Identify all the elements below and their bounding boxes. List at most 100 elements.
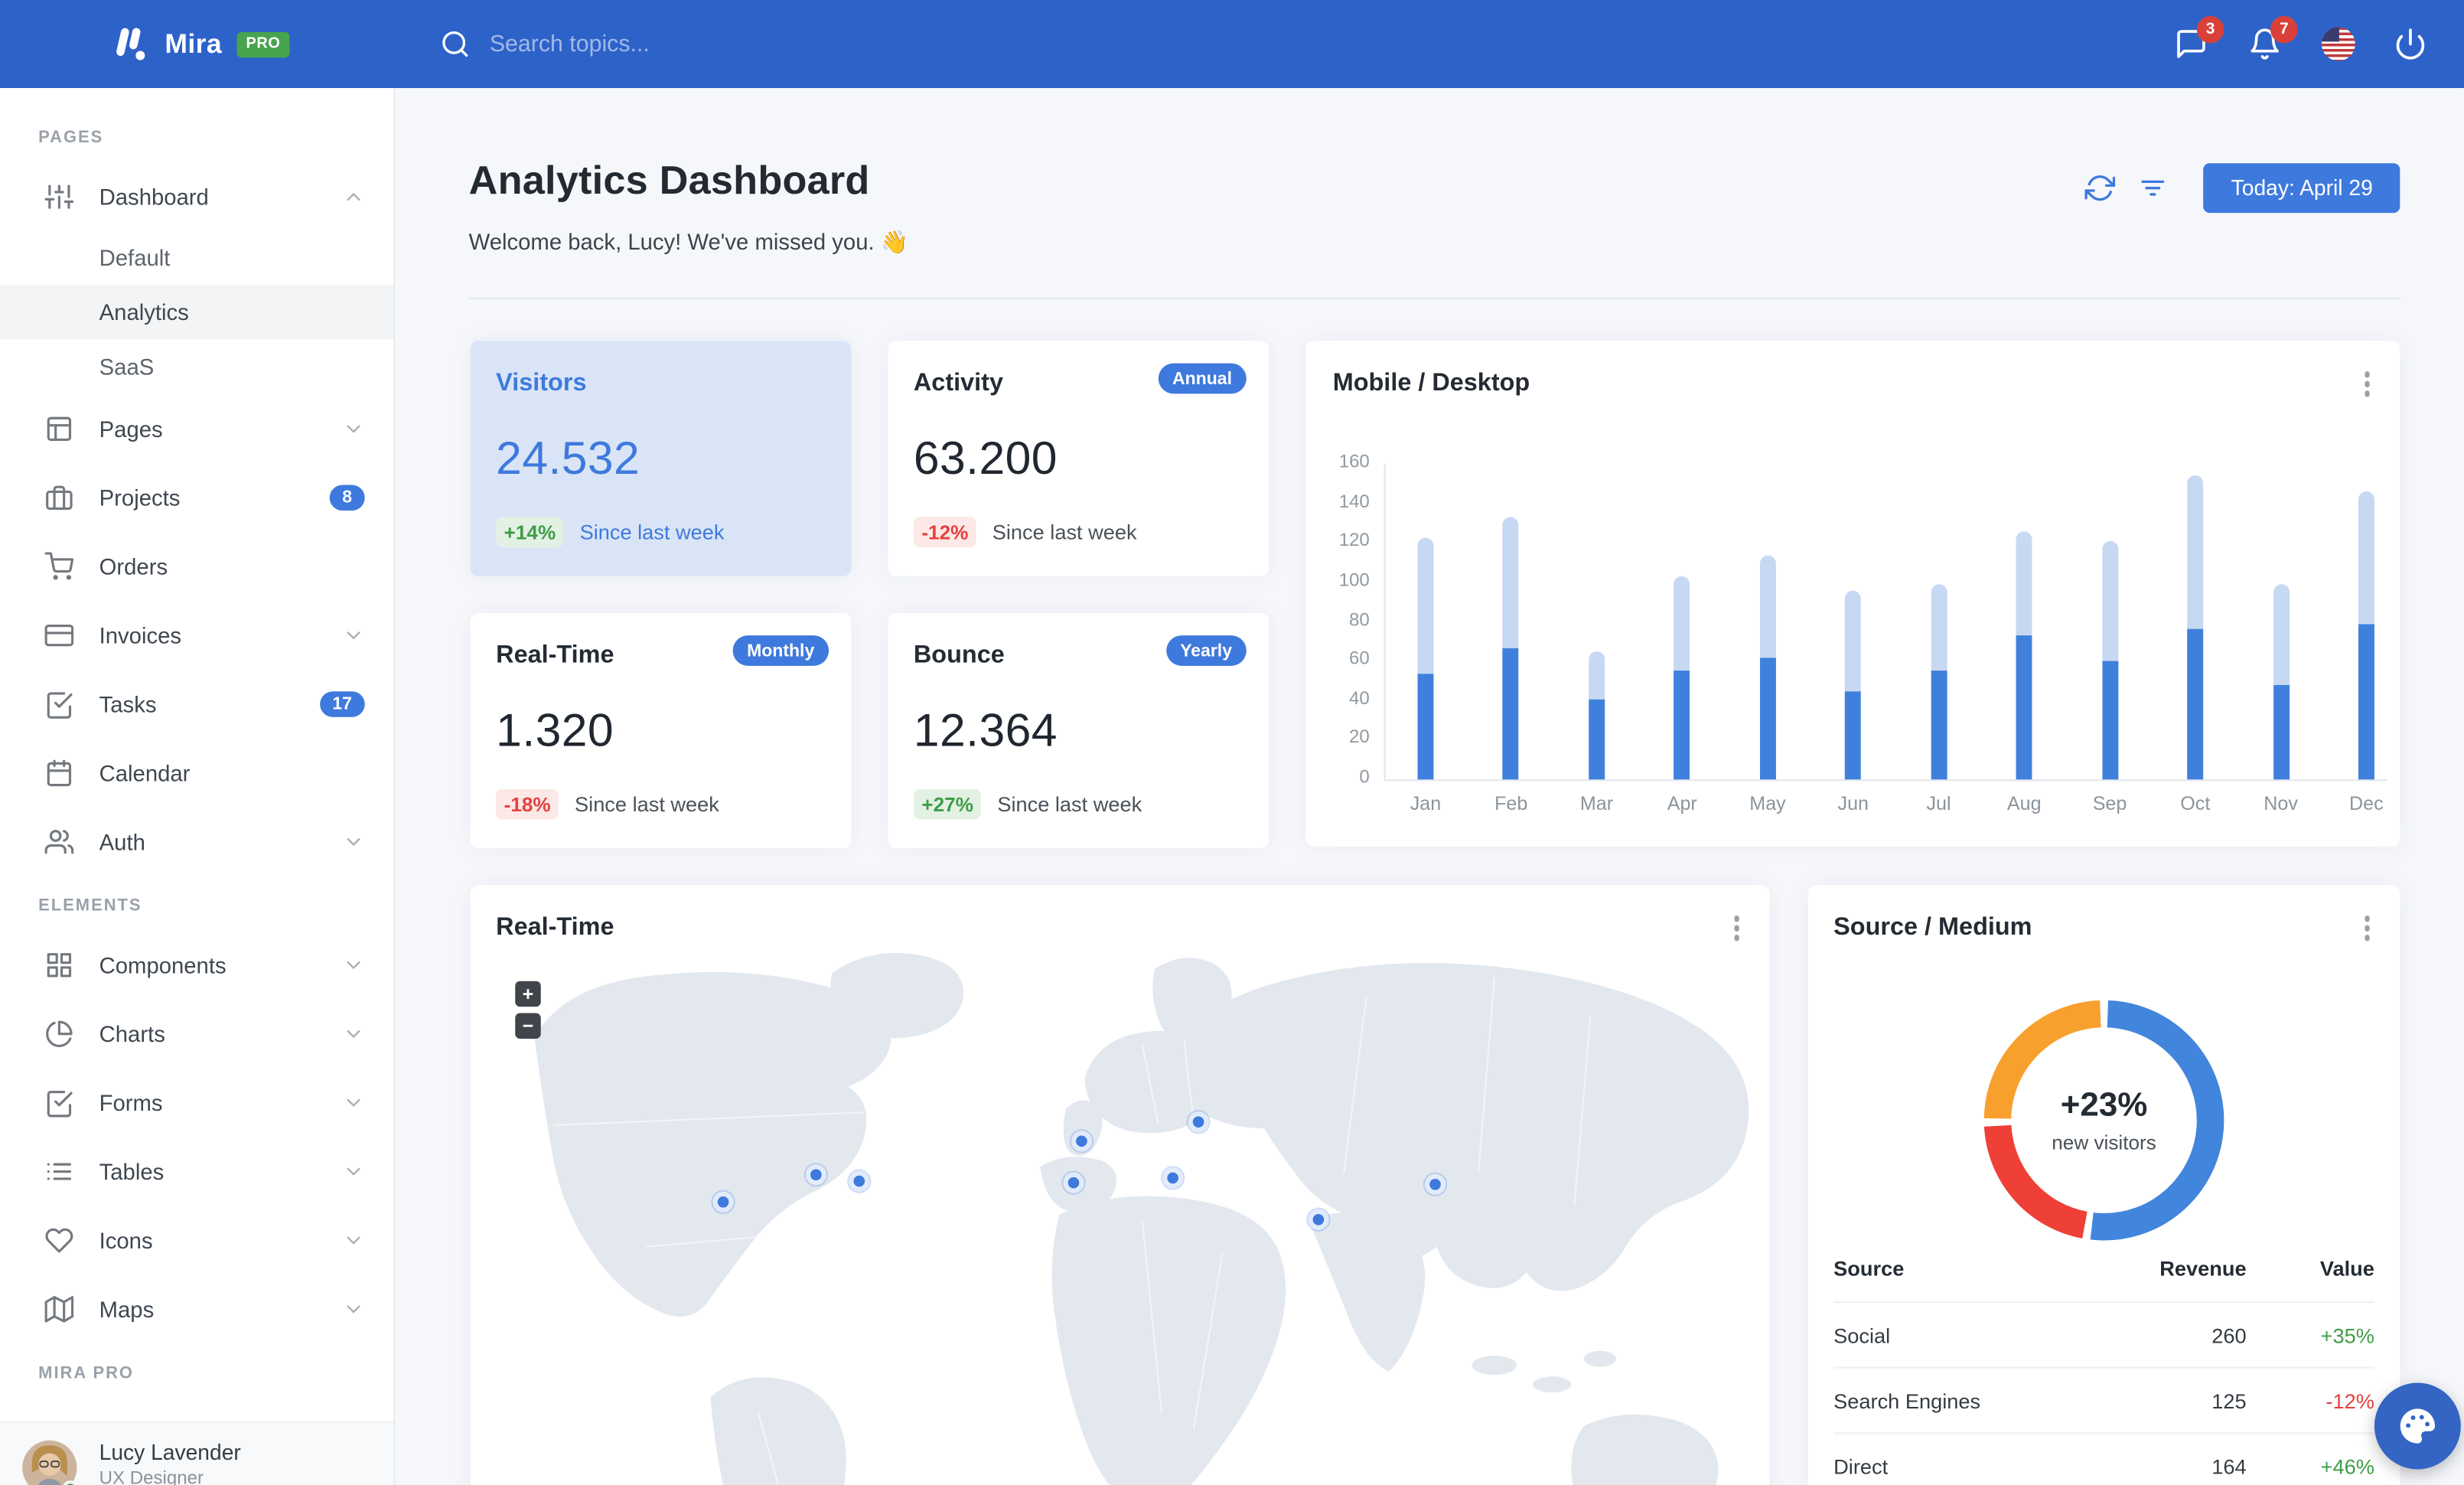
map-zoom-in-button[interactable]: + — [515, 981, 541, 1007]
map-marker[interactable] — [805, 1164, 826, 1186]
sidebar-item-forms[interactable]: Forms — [0, 1068, 393, 1137]
sidebar-item-tasks[interactable]: Tasks 17 — [0, 669, 393, 738]
table-row[interactable]: Social 260 +35% — [1833, 1301, 2374, 1367]
map-marker[interactable] — [1162, 1167, 1184, 1189]
sidebar-item-calendar[interactable]: Calendar — [0, 738, 393, 807]
map-marker[interactable] — [1188, 1111, 1209, 1133]
stacked-bar-chart: 0 20 40 60 80 100 120 140 160 Jan Feb Mar Apr May Jun J… — [1305, 341, 2400, 847]
stat-title: Visitors — [496, 369, 587, 397]
y-axis-tick: 80 — [1349, 610, 1370, 630]
bar-mobile[interactable] — [2101, 661, 2118, 780]
period-badge[interactable]: Yearly — [1165, 635, 1247, 666]
check-square-icon — [45, 1088, 74, 1117]
sidebar-item-invoices[interactable]: Invoices — [0, 600, 393, 669]
chevron-down-icon — [342, 1297, 364, 1320]
bar-mobile[interactable] — [2273, 684, 2290, 780]
sidebar-item-orders[interactable]: Orders — [0, 531, 393, 600]
avatar — [22, 1440, 79, 1485]
sidebar-item-auth[interactable]: Auth — [0, 807, 393, 876]
table-row[interactable]: Search Engines 125 -12% — [1833, 1366, 2374, 1433]
sidebar-section-label: PAGES — [38, 128, 104, 148]
realtime-map-card: Real-Time + − — [470, 885, 1770, 1485]
sidebar-item-pages[interactable]: Pages — [0, 393, 393, 462]
map-marker[interactable] — [1308, 1209, 1329, 1230]
user-role: UX Designer — [99, 1469, 204, 1485]
stat-caption: Since last week — [997, 791, 1142, 817]
sidebar-item-tables[interactable]: Tables — [0, 1137, 393, 1206]
x-axis-label: Feb — [1494, 791, 1528, 815]
refresh-icon[interactable] — [2085, 173, 2117, 204]
sidebar-item-label: SaaS — [99, 354, 155, 380]
sidebar-item-label: Maps — [99, 1295, 155, 1322]
bar-mobile[interactable] — [1503, 647, 1520, 780]
sidebar-section-label: MIRA PRO — [38, 1363, 134, 1383]
stat-card-bounce: Bounce Yearly 12.364 +27% Since last week — [888, 612, 1269, 849]
search-bar[interactable] — [440, 29, 2175, 60]
sidebar-item-default[interactable]: Default — [0, 230, 393, 285]
sliders-icon — [44, 181, 74, 211]
source-cell: Direct — [1833, 1454, 1889, 1478]
bar-mobile[interactable] — [1589, 698, 1605, 780]
bar-mobile[interactable] — [2187, 629, 2204, 780]
card-menu-kebab-icon[interactable] — [2359, 911, 2374, 945]
sidebar-item-analytics[interactable]: Analytics — [0, 285, 394, 340]
filter-icon[interactable] — [2138, 173, 2169, 204]
language-flag-us-icon[interactable] — [2321, 27, 2355, 61]
pie-icon — [45, 1019, 74, 1048]
source-cell: Social — [1833, 1323, 1891, 1347]
world-map[interactable] — [471, 885, 1770, 1485]
briefcase-icon — [45, 482, 74, 511]
stat-card-real-time: Real-Time Monthly 1.320 -18% Since last week — [470, 612, 852, 849]
sidebar-item-charts[interactable]: Charts — [0, 999, 393, 1068]
source-table: Source Revenue Value Social 260 +35% Search En… — [1833, 1235, 2374, 1485]
check-square-icon — [45, 689, 74, 718]
x-axis-label: Sep — [2092, 791, 2127, 815]
sidebar-item-label: Icons — [99, 1226, 153, 1253]
stat-value: 63.200 — [913, 433, 1058, 485]
map-marker[interactable] — [1071, 1131, 1093, 1152]
map-zoom-out-button[interactable]: − — [515, 1013, 541, 1039]
bar-mobile[interactable] — [1931, 671, 1947, 780]
sidebar-item-components[interactable]: Components — [0, 930, 393, 999]
sidebar-user-footer[interactable]: Lucy Lavender UX Designer — [0, 1421, 394, 1485]
map-marker[interactable] — [1063, 1172, 1084, 1193]
bar-mobile[interactable] — [1759, 657, 1776, 780]
sidebar-item-dashboard[interactable]: Dashboard — [0, 162, 393, 230]
table-row[interactable]: Direct 164 +46% — [1833, 1432, 2374, 1485]
brand[interactable]: Mira PRO — [0, 22, 395, 65]
cart-icon — [44, 551, 74, 580]
period-badge[interactable]: Annual — [1158, 363, 1247, 394]
y-axis-tick: 60 — [1349, 650, 1370, 670]
sign-out-power-button[interactable] — [2394, 26, 2429, 61]
bar-mobile[interactable] — [1417, 673, 1434, 780]
search-input[interactable] — [489, 31, 1002, 57]
value-cell: +46% — [2320, 1454, 2374, 1478]
navbar-actions: 3 7 — [2175, 15, 2464, 61]
map-marker[interactable] — [712, 1191, 734, 1212]
stat-value: 12.364 — [913, 706, 1058, 757]
main-content: Analytics Dashboard Welcome back, Lucy! … — [395, 88, 2464, 1485]
x-axis-label: Oct — [2180, 791, 2211, 815]
sidebar-count-badge: 17 — [319, 690, 365, 716]
map-marker[interactable] — [1424, 1173, 1446, 1195]
delta-badge: -18% — [496, 788, 559, 820]
sidebar-item-label: Charts — [99, 1020, 165, 1046]
map-marker[interactable] — [849, 1170, 870, 1192]
bar-mobile[interactable] — [1845, 690, 1862, 780]
messages-button[interactable]: 3 — [2175, 15, 2224, 61]
sidebar-item-icons[interactable]: Icons — [0, 1205, 393, 1274]
period-badge[interactable]: Monthly — [732, 635, 829, 666]
sidebar-item-label: Dashboard — [99, 183, 209, 209]
theme-settings-fab-palette-icon[interactable] — [2374, 1382, 2461, 1470]
sidebar-item-projects[interactable]: Projects 8 — [0, 462, 393, 531]
chevron-down-icon — [342, 417, 364, 439]
bar-mobile[interactable] — [2016, 635, 2032, 780]
source-medium-card: Source / Medium +23% new visitors Source… — [1807, 885, 2400, 1485]
bar-mobile[interactable] — [1674, 671, 1690, 780]
notifications-button[interactable]: 7 — [2248, 15, 2298, 61]
sidebar-item-maps[interactable]: Maps — [0, 1274, 393, 1343]
sidebar-item-saas[interactable]: SaaS — [0, 339, 393, 393]
bar-mobile[interactable] — [2358, 623, 2374, 780]
date-range-button[interactable]: Today: April 29 — [2204, 163, 2400, 214]
sidebar-item-label: Pages — [99, 415, 163, 442]
